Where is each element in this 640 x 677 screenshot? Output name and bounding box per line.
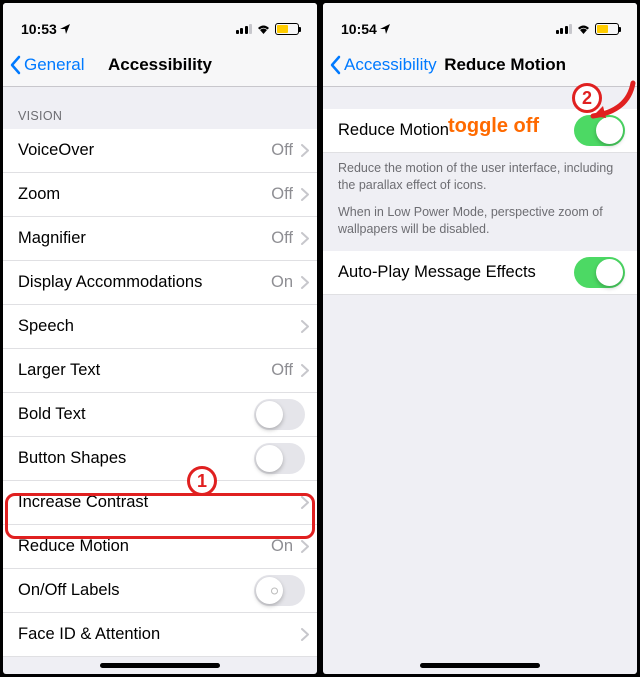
chevron-right-icon: [301, 188, 309, 201]
status-bar: 10:54: [323, 3, 637, 43]
status-time: 10:54: [341, 21, 377, 37]
nav-bar: Accessibility Reduce Motion: [323, 43, 637, 87]
row-larger-text[interactable]: Larger Text Off: [3, 349, 317, 393]
row-autoplay-message-effects[interactable]: Auto-Play Message Effects: [323, 251, 637, 295]
back-label: Accessibility: [344, 55, 437, 75]
signal-icon: [556, 24, 573, 34]
row-speech[interactable]: Speech: [3, 305, 317, 349]
battery-icon: [275, 23, 299, 35]
screenshot-right: 10:54 Accessibility Reduce Motion Reduce…: [323, 3, 637, 674]
nav-title: Accessibility: [108, 55, 212, 75]
chevron-right-icon: [301, 628, 309, 641]
row-magnifier[interactable]: Magnifier Off: [3, 217, 317, 261]
row-display-accommodations[interactable]: Display Accommodations On: [3, 261, 317, 305]
toggle-reduce-motion[interactable]: [574, 115, 625, 146]
row-zoom[interactable]: Zoom Off: [3, 173, 317, 217]
toggle-autoplay-message-effects[interactable]: [574, 257, 625, 288]
back-button[interactable]: Accessibility: [329, 55, 437, 75]
row-voiceover[interactable]: VoiceOver Off: [3, 129, 317, 173]
chevron-right-icon: [301, 364, 309, 377]
section-footer: When in Low Power Mode, perspective zoom…: [323, 201, 637, 245]
wifi-icon: [576, 21, 591, 37]
section-footer: Reduce the motion of the user interface,…: [323, 153, 637, 201]
settings-list[interactable]: Reduce Motion Reduce the motion of the u…: [323, 87, 637, 674]
chevron-right-icon: [301, 232, 309, 245]
row-increase-contrast[interactable]: Increase Contrast: [3, 481, 317, 525]
location-icon: [380, 21, 390, 37]
settings-list[interactable]: VISION VoiceOver Off Zoom Off Magnifier …: [3, 87, 317, 674]
section-header-vision: VISION: [3, 87, 317, 129]
back-button[interactable]: General: [9, 55, 84, 75]
nav-title: Reduce Motion: [444, 55, 566, 75]
row-reduce-motion-toggle[interactable]: Reduce Motion: [323, 109, 637, 153]
status-bar: 10:53: [3, 3, 317, 43]
location-icon: [60, 21, 70, 37]
home-indicator[interactable]: [420, 663, 540, 668]
back-label: General: [24, 55, 84, 75]
row-reduce-motion[interactable]: Reduce Motion On: [3, 525, 317, 569]
toggle-button-shapes[interactable]: [254, 443, 305, 474]
wifi-icon: [256, 21, 271, 37]
chevron-right-icon: [301, 320, 309, 333]
status-time: 10:53: [21, 21, 57, 37]
row-bold-text[interactable]: Bold Text: [3, 393, 317, 437]
screenshot-left: 10:53 General Accessibility VISION Voice…: [3, 3, 317, 674]
signal-icon: [236, 24, 253, 34]
row-button-shapes[interactable]: Button Shapes: [3, 437, 317, 481]
toggle-onoff-labels[interactable]: [254, 575, 305, 606]
chevron-right-icon: [301, 276, 309, 289]
battery-icon: [595, 23, 619, 35]
chevron-right-icon: [301, 540, 309, 553]
row-faceid-attention[interactable]: Face ID & Attention: [3, 613, 317, 657]
toggle-bold-text[interactable]: [254, 399, 305, 430]
home-indicator[interactable]: [100, 663, 220, 668]
nav-bar: General Accessibility: [3, 43, 317, 87]
chevron-right-icon: [301, 144, 309, 157]
row-onoff-labels[interactable]: On/Off Labels: [3, 569, 317, 613]
chevron-right-icon: [301, 496, 309, 509]
